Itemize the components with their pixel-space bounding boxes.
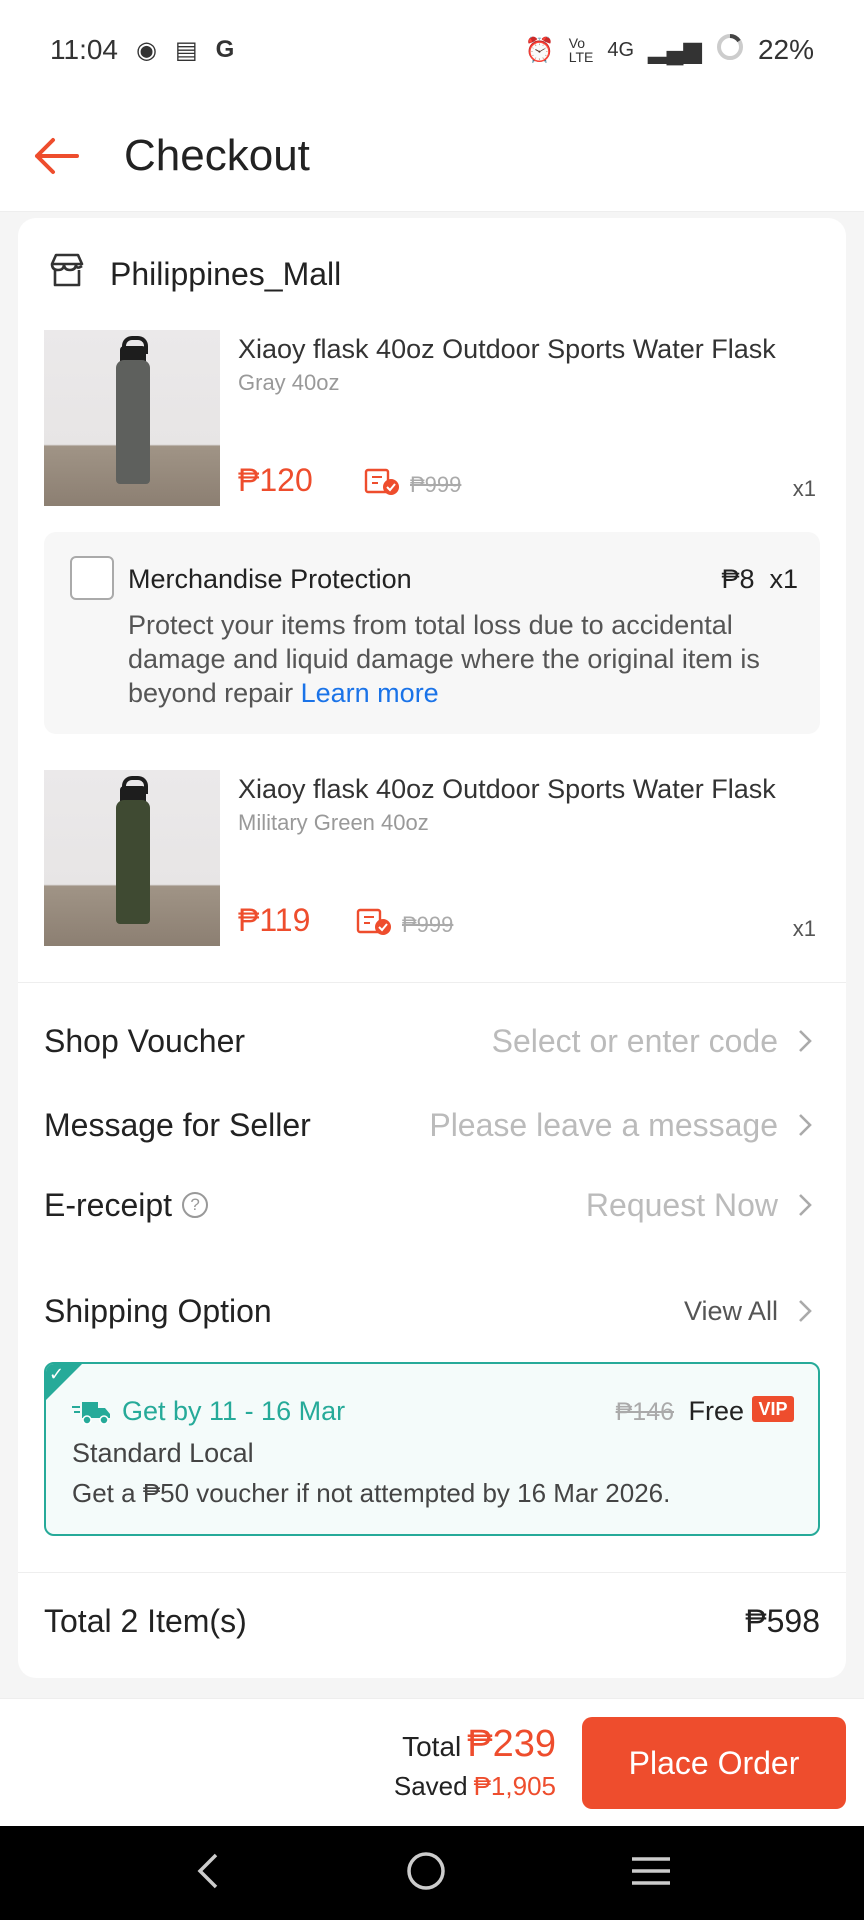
network-type: 4G <box>607 38 635 61</box>
e-receipt-value: Request Now <box>585 1186 778 1223</box>
order-card: Philippines_Mall Xiaoy flask 40oz Outdoo… <box>18 218 846 1678</box>
product-quantity: x1 <box>792 916 816 941</box>
battery-percent: 22% <box>757 34 814 65</box>
shipping-method: Standard Local <box>72 1438 254 1468</box>
product-quantity: x1 <box>792 476 816 501</box>
vip-badge: VIP <box>752 1396 794 1422</box>
product-price: ₱119 <box>238 902 311 938</box>
shop-row[interactable]: Philippines_Mall <box>48 250 341 298</box>
message-for-seller-row[interactable]: Message for Seller Please leave a messag… <box>44 1100 820 1150</box>
protection-description: Protect your items from total loss due t… <box>128 608 804 710</box>
protection-checkbox[interactable] <box>70 556 114 600</box>
product-image <box>44 330 220 506</box>
shipping-view-all[interactable]: View All <box>684 1296 778 1327</box>
chevron-right-icon <box>790 1026 820 1056</box>
chevron-right-icon <box>790 1296 820 1326</box>
product-original-price: ₱999 <box>402 912 454 937</box>
delivery-truck-icon <box>72 1398 112 1426</box>
check-icon: ✓ <box>49 1364 65 1384</box>
product-item[interactable]: Xiaoy flask 40oz Outdoor Sports Water Fl… <box>44 770 824 946</box>
protection-price: ₱8 x1 <box>721 564 798 594</box>
shipping-date: Get by 11 - 16 Mar <box>122 1396 346 1426</box>
product-title: Xiaoy flask 40oz Outdoor Sports Water Fl… <box>238 774 776 804</box>
voucher-applied-icon <box>364 468 400 496</box>
shipping-fee: Free <box>688 1396 744 1426</box>
battery-icon <box>716 33 744 68</box>
summary-total-label: Total <box>402 1731 462 1762</box>
order-total-amount: ₱598 <box>745 1602 820 1639</box>
calendar-icon: ▤ <box>174 36 198 64</box>
nav-home-icon[interactable] <box>405 1850 447 1897</box>
place-order-button[interactable]: Place Order <box>582 1717 846 1809</box>
order-total-label: Total 2 Item(s) <box>44 1602 247 1639</box>
back-arrow-icon[interactable] <box>30 131 80 181</box>
shipping-option-row[interactable]: Shipping Option View All <box>44 1286 820 1336</box>
learn-more-link[interactable]: Learn more <box>301 678 439 708</box>
signal-icon: ▂▄▆ <box>648 36 702 64</box>
summary-total-amount: ₱239 <box>467 1723 556 1765</box>
shipping-option-card[interactable]: ✓ Get by 11 - 16 Mar ₱146 Free VIP Stand… <box>44 1362 820 1536</box>
status-bar: 11:04 ◉ ▤ G ⏰ Vo LTE 4G ▂▄▆ 22% <box>0 0 864 100</box>
protection-title: Merchandise Protection <box>128 564 412 594</box>
merchandise-protection: Merchandise Protection ₱8 x1 Protect you… <box>44 532 820 734</box>
message-label: Message for Seller <box>44 1106 311 1143</box>
summary-saved-label: Saved <box>393 1771 468 1801</box>
nav-menu-icon[interactable] <box>630 1854 672 1893</box>
help-icon[interactable]: ? <box>182 1192 209 1218</box>
summary-saved: Saved ₱1,905 <box>394 1771 556 1802</box>
shop-name: Philippines_Mall <box>110 255 342 292</box>
e-receipt-row[interactable]: E-receipt ? Request Now <box>44 1180 820 1230</box>
header: Checkout <box>0 100 864 212</box>
shipping-option-label: Shipping Option <box>44 1292 272 1329</box>
checkout-summary-bar: Total ₱239 Saved ₱1,905 Place Order <box>0 1698 864 1826</box>
product-item[interactable]: Xiaoy flask 40oz Outdoor Sports Water Fl… <box>44 330 824 506</box>
shop-voucher-label: Shop Voucher <box>44 1022 246 1059</box>
shipping-original-fee: ₱146 <box>615 1398 674 1426</box>
alarm-icon: ⏰ <box>524 36 555 64</box>
shop-voucher-value: Select or enter code <box>491 1022 778 1059</box>
divider <box>18 1572 846 1573</box>
chevron-right-icon <box>790 1190 820 1220</box>
product-variant: Gray 40oz <box>238 370 340 395</box>
system-nav-bar <box>0 1826 864 1920</box>
voucher-applied-icon <box>356 908 392 936</box>
notification-icon: ◉ <box>136 36 157 64</box>
protection-description-text: Protect your items from total loss due t… <box>128 610 760 708</box>
nav-back-icon[interactable] <box>192 1851 222 1896</box>
product-original-price: ₱999 <box>410 472 462 497</box>
page-title: Checkout <box>124 130 310 180</box>
divider <box>18 982 846 983</box>
product-image <box>44 770 220 946</box>
volte-icon: Vo LTE <box>568 35 594 65</box>
shop-icon <box>48 252 86 296</box>
message-input[interactable]: Please leave a message <box>429 1107 778 1144</box>
product-variant: Military Green 40oz <box>238 810 429 835</box>
summary-total: Total ₱239 <box>402 1723 556 1766</box>
summary-saved-amount: ₱1,905 <box>473 1771 556 1801</box>
shop-voucher-row[interactable]: Shop Voucher Select or enter code <box>44 1016 820 1066</box>
product-price: ₱120 <box>238 462 313 498</box>
status-time: 11:04 <box>50 34 118 65</box>
product-title: Xiaoy flask 40oz Outdoor Sports Water Fl… <box>238 334 776 364</box>
chevron-right-icon <box>790 1110 820 1140</box>
shipping-note: Get a ₱50 voucher if not attempted by 16… <box>72 1478 671 1508</box>
google-icon: G <box>215 36 235 63</box>
e-receipt-label: E-receipt <box>44 1186 173 1223</box>
order-total-row: Total 2 Item(s) ₱598 <box>44 1596 820 1646</box>
